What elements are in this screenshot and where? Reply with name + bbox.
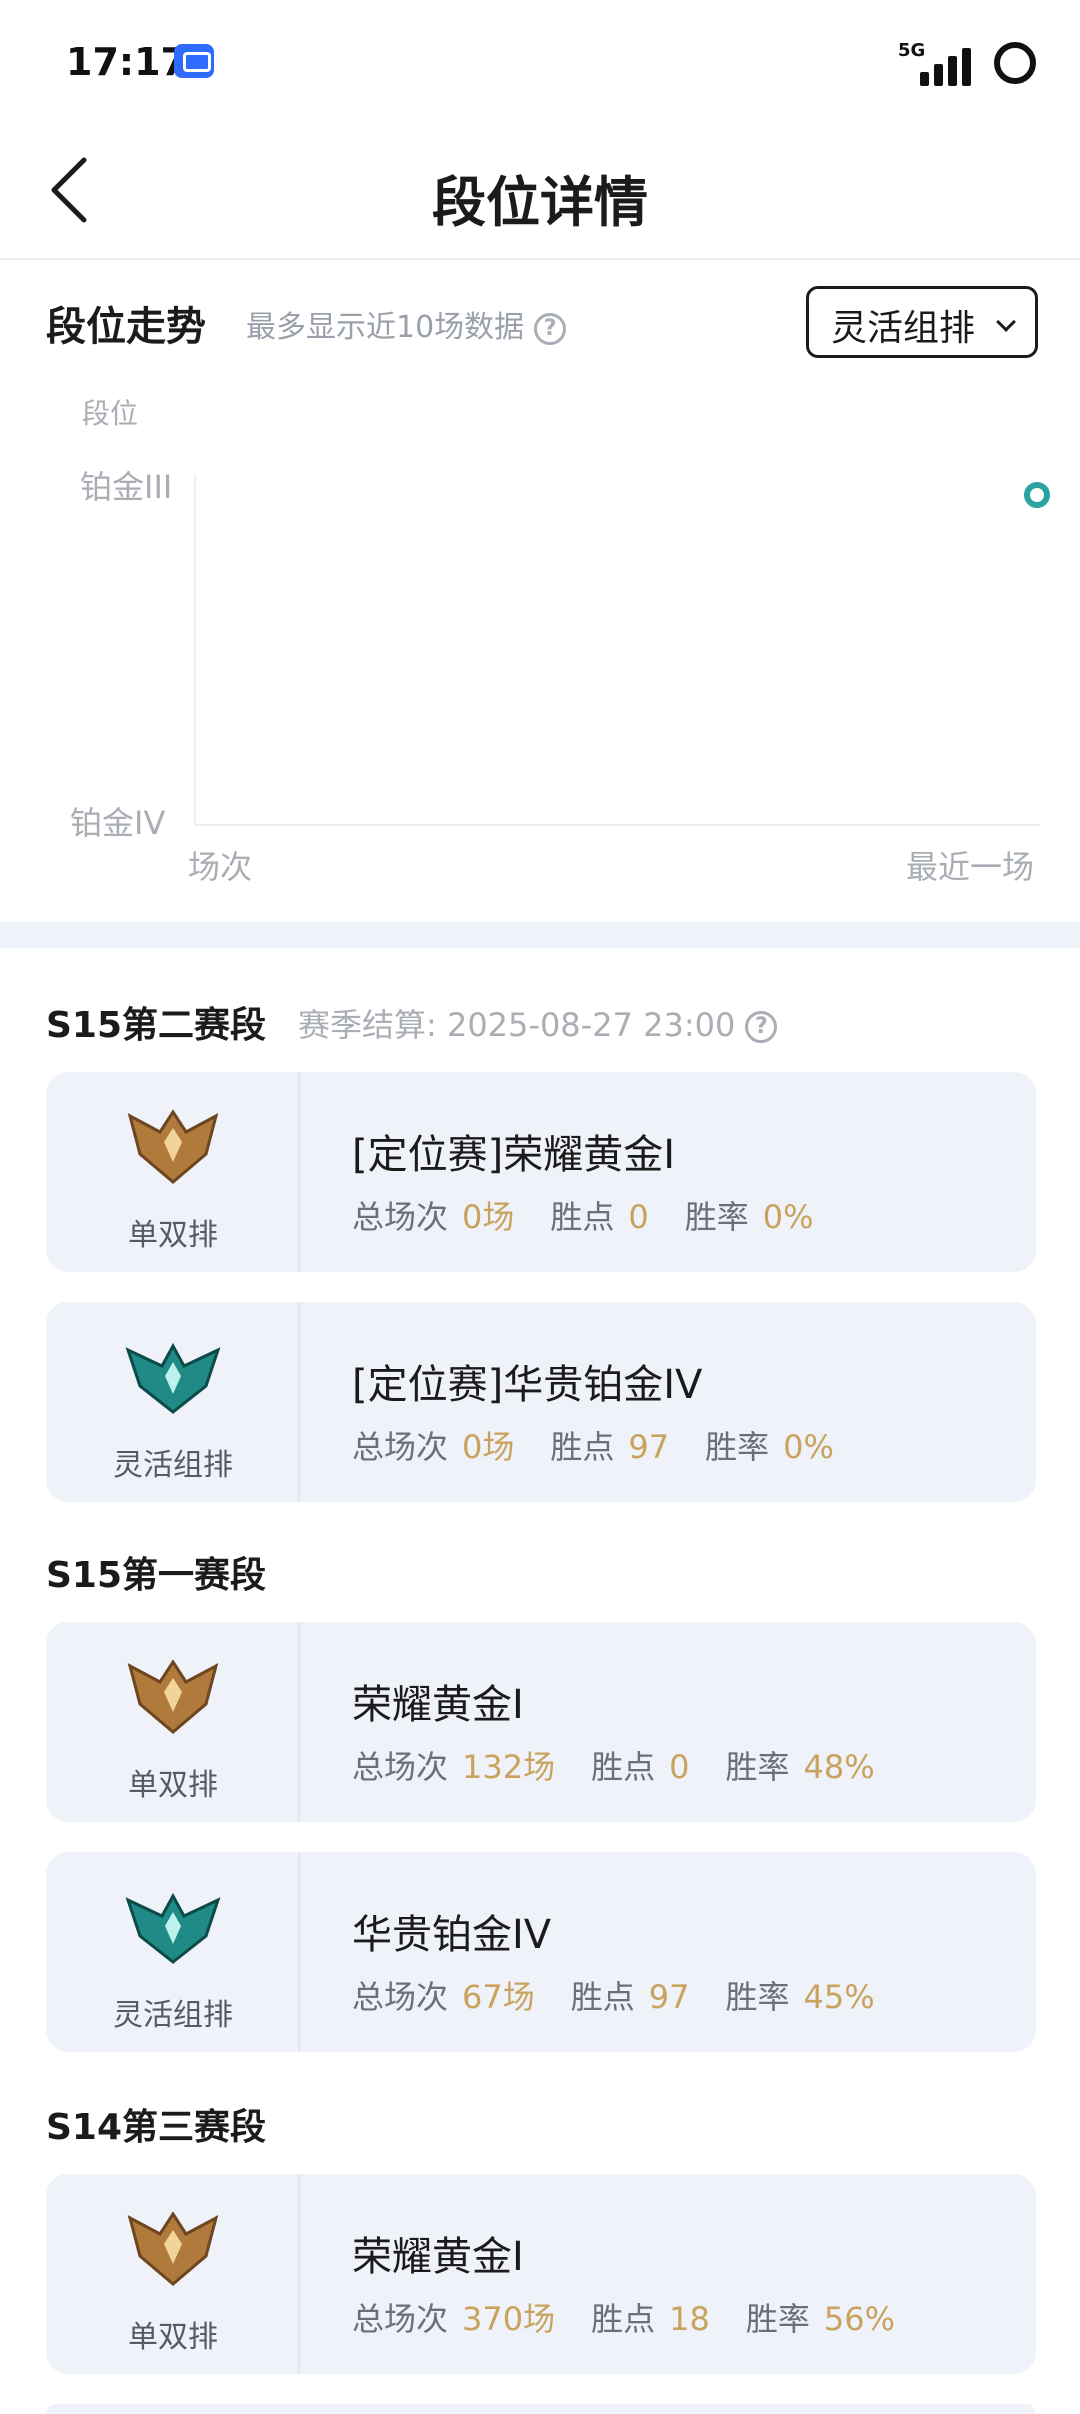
lp-value: 18 (669, 2300, 710, 2338)
queue-label: 灵活组排 (113, 1998, 233, 2033)
battery-ring-icon (994, 42, 1036, 84)
platinum-rank-emblem-icon (125, 1892, 221, 1964)
rank-card[interactable]: 单双排 荣耀黄金I 总场次 370场 胜点 18 胜率 56% (46, 2174, 1036, 2374)
games-value: 132场 (462, 1748, 556, 1786)
rank-name: 荣耀黄金I (352, 1682, 524, 1728)
games-label: 总场次 (352, 1748, 449, 1786)
winrate-value: 45% (803, 1978, 875, 2016)
status-time: 17:17 (66, 40, 187, 84)
queue-mode-value: 灵活组排 (831, 308, 976, 349)
lp-label: 胜点 (550, 1428, 615, 1466)
games-label: 总场次 (352, 1428, 449, 1466)
settle-label: 赛季结算: 2025-08-27 23:00 (298, 1006, 736, 1044)
lp-value: 97 (648, 1978, 690, 2016)
lp-label: 胜点 (591, 2300, 656, 2338)
lp-value: 0 (628, 1198, 649, 1236)
queue-label: 单双排 (128, 2320, 218, 2355)
chevron-down-icon (996, 312, 1016, 332)
winrate-label: 胜率 (725, 1748, 790, 1786)
y-axis-title: 段位 (82, 397, 139, 430)
gold-rank-emblem-icon (127, 1659, 219, 1734)
games-label: 总场次 (352, 1198, 449, 1236)
network-type: 5G (898, 40, 926, 61)
chart-point (1024, 482, 1050, 508)
question-circle-icon[interactable]: ? (745, 1011, 778, 1043)
games-value: 0场 (462, 1198, 515, 1236)
winrate-value: 56% (823, 2300, 895, 2338)
rank-card[interactable]: 灵活组排 华贵铂金IV 总场次 67场 胜点 97 胜率 45% (46, 1852, 1036, 2052)
rank-name: 华贵铂金IV (352, 1912, 552, 1958)
rank-card[interactable]: 单双排 [定位赛]荣耀黄金I 总场次 0场 胜点 0 胜率 0% (46, 1072, 1036, 1272)
section-subtitle: 最多显示近10场数据? (246, 302, 567, 346)
season-settle-time: 赛季结算: 2025-08-27 23:00? (298, 1000, 778, 1046)
subtitle-text: 最多显示近10场数据 (246, 310, 525, 345)
queue-column: 灵活组排 (46, 1302, 300, 1502)
games-value: 370场 (462, 2300, 556, 2338)
rank-stats: 总场次 0场 胜点 0 胜率 0% (352, 1192, 850, 1238)
rank-card-partial[interactable] (46, 2404, 1036, 2414)
platinum-rank-emblem-icon (125, 1342, 221, 1414)
y-axis-line (194, 474, 196, 826)
winrate-value: 48% (803, 1748, 875, 1786)
queue-column: 单双排 (46, 1072, 300, 1272)
winrate-value: 0% (762, 1198, 814, 1236)
season-title: S15第二赛段 (46, 1005, 267, 1046)
rank-stats: 总场次 67场 胜点 97 胜率 45% (352, 1972, 911, 2018)
games-value: 67场 (462, 1978, 535, 2016)
winrate-value: 0% (783, 1428, 834, 1466)
y-tick-label: 铂金III (80, 468, 173, 506)
question-circle-icon[interactable]: ? (534, 312, 567, 345)
winrate-label: 胜率 (684, 1198, 749, 1236)
rank-name: [定位赛]华贵铂金IV (352, 1362, 703, 1408)
queue-column: 单双排 (46, 1622, 300, 1822)
rank-stats: 总场次 132场 胜点 0 胜率 48% (352, 1742, 911, 1788)
games-label: 总场次 (352, 1978, 449, 2016)
y-tick-label: 铂金IV (70, 804, 166, 842)
queue-label: 灵活组排 (113, 1448, 233, 1483)
x-tick-label: 最近一场 (906, 848, 1035, 886)
lp-label: 胜点 (570, 1978, 635, 2016)
gold-rank-emblem-icon (127, 2211, 219, 2286)
rank-card[interactable]: 单双排 荣耀黄金I 总场次 132场 胜点 0 胜率 48% (46, 1622, 1036, 1822)
winrate-label: 胜率 (745, 2300, 810, 2338)
lp-value: 0 (669, 1748, 690, 1786)
queue-label: 单双排 (128, 1768, 218, 1803)
rank-card[interactable]: 灵活组排 [定位赛]华贵铂金IV 总场次 0场 胜点 97 胜率 0% (46, 1302, 1036, 1502)
section-divider (0, 922, 1080, 948)
games-value: 0场 (462, 1428, 515, 1466)
rank-stats: 总场次 370场 胜点 18 胜率 56% (352, 2294, 931, 2340)
section-title: 段位走势 (46, 304, 206, 350)
lp-value: 97 (628, 1428, 670, 1466)
rank-trend-chart: 段位 铂金III 铂金IV 场次 最近一场 (0, 382, 1080, 902)
nav-bar: 段位详情 (0, 120, 1080, 260)
rank-name: 荣耀黄金I (352, 2234, 524, 2280)
delivery-app-icon (174, 44, 214, 78)
queue-column: 单双排 (46, 2174, 300, 2374)
lp-label: 胜点 (591, 1748, 656, 1786)
winrate-label: 胜率 (725, 1978, 790, 2016)
rank-trend-section: 段位走势 最多显示近10场数据? 灵活组排 段位 铂金III 铂金IV 场次 最… (0, 262, 1080, 922)
queue-column: 灵活组排 (46, 1852, 300, 2052)
season-title: S14第三赛段 (46, 2107, 267, 2148)
rank-stats: 总场次 0场 胜点 97 胜率 0% (352, 1422, 870, 1468)
rank-name: [定位赛]荣耀黄金I (352, 1132, 676, 1178)
queue-label: 单双排 (128, 1218, 218, 1253)
lp-label: 胜点 (550, 1198, 615, 1236)
status-bar: 17:17 5G (0, 0, 1080, 120)
winrate-label: 胜率 (705, 1428, 770, 1466)
signal-icon: 5G (890, 36, 971, 86)
page-title: 段位详情 (432, 171, 648, 234)
queue-mode-select[interactable]: 灵活组排 (806, 286, 1038, 358)
season-title: S15第一赛段 (46, 1555, 267, 1596)
gold-rank-emblem-icon (127, 1109, 219, 1184)
games-label: 总场次 (352, 2300, 449, 2338)
x-tick-label: 场次 (188, 848, 253, 886)
x-axis-line (194, 824, 1040, 826)
